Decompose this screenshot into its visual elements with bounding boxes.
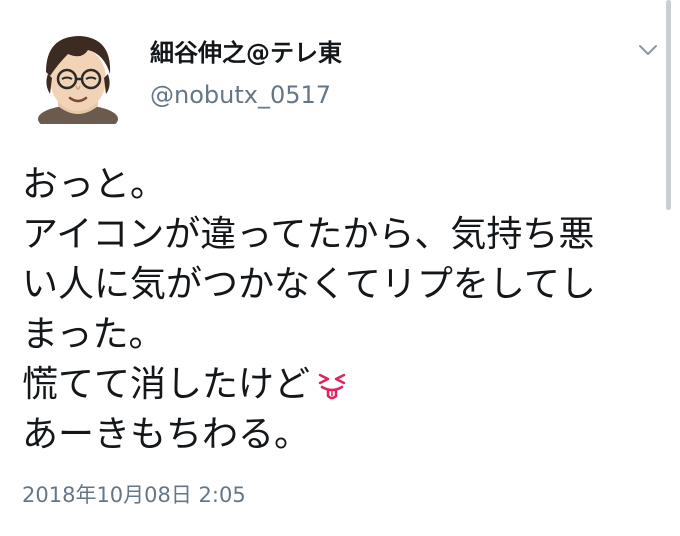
user-handle[interactable]: @nobutx_0517 bbox=[150, 80, 331, 110]
tweet-line-with-emoji: 慌てて消したけど bbox=[22, 360, 662, 410]
user-avatar-illustration-icon bbox=[38, 36, 118, 133]
squinting-face-with-tongue-icon bbox=[314, 365, 350, 401]
tweet-line: まった。 bbox=[22, 314, 165, 355]
tweet-line: アイコンが違ってたから、気持ち悪 bbox=[22, 214, 595, 255]
tweet-text: おっと。 アイコンが違ってたから、気持ち悪 い人に気がつかなくてリプをしてし ま… bbox=[22, 160, 662, 460]
chevron-down-icon bbox=[639, 45, 657, 55]
tweet-line: 慌てて消したけど bbox=[22, 364, 311, 405]
tweet-line: あーきもちわる。 bbox=[22, 414, 311, 455]
tweet-timestamp[interactable]: 2018年10月08日 2:05 bbox=[22, 480, 246, 510]
user-avatar[interactable] bbox=[28, 24, 128, 133]
scrollbar[interactable] bbox=[666, 0, 671, 210]
tweet-menu-button[interactable] bbox=[634, 38, 662, 62]
tweet-line: い人に気がつかなくてリプをしてし bbox=[22, 264, 596, 305]
tweet-line: おっと。 bbox=[22, 164, 167, 205]
display-name[interactable]: 細谷伸之@テレ東 bbox=[150, 38, 342, 68]
